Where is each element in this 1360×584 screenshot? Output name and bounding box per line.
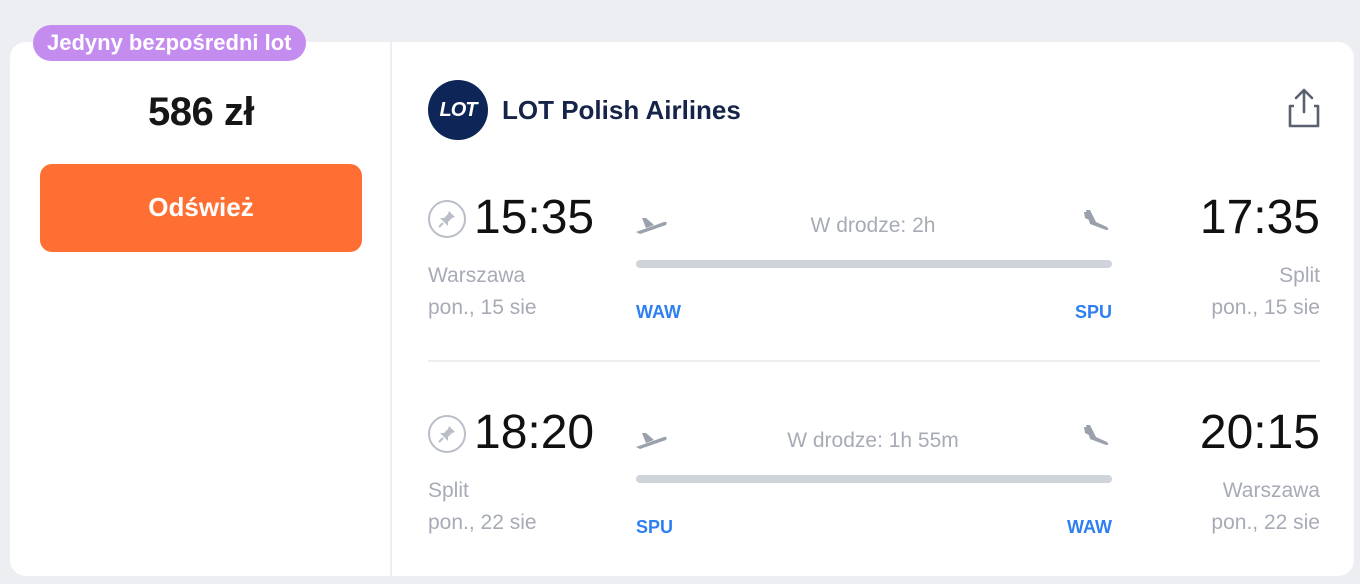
arrival-time: 20:15 xyxy=(1199,406,1320,459)
price: 586 zł xyxy=(148,90,254,134)
flight-details[interactable]: LOT LOT Polish Airlines 15:35 Warszawa p… xyxy=(392,42,1354,576)
refresh-button[interactable]: Odśwież xyxy=(40,164,362,252)
arrival-city: Warszawa xyxy=(1222,479,1320,502)
arrival-date: pon., 15 sie xyxy=(1211,296,1320,319)
flight-duration: W drodze: 1h 55m xyxy=(787,429,959,452)
departure-time: 15:35 xyxy=(474,191,595,244)
arrival-time: 17:35 xyxy=(1199,191,1320,244)
arrival-airport-code: WAW xyxy=(1067,517,1112,537)
flight-leg-return: 18:20 Split pon., 22 sie W drodze: 1h 55… xyxy=(428,397,1320,547)
flight-duration: W drodze: 2h xyxy=(810,214,936,237)
departure-date: pon., 15 sie xyxy=(428,296,537,319)
direct-flight-badge: Jedyny bezpośredni lot xyxy=(33,25,306,61)
departure-city: Warszawa xyxy=(428,264,526,287)
flight-progress-bar xyxy=(636,475,1112,483)
flight-progress-bar xyxy=(636,260,1112,268)
arrival-date: pon., 22 sie xyxy=(1211,511,1320,534)
pin-icon[interactable] xyxy=(428,200,466,238)
airline-logo: LOT xyxy=(428,80,488,140)
departure-time: 18:20 xyxy=(474,406,595,459)
departure-airport-code: WAW xyxy=(636,302,681,322)
pin-icon[interactable] xyxy=(428,415,466,453)
flight-offer-card: Jedyny bezpośredni lot 586 zł Odśwież LO… xyxy=(10,25,1354,576)
plane-landing-icon xyxy=(1084,210,1109,230)
arrival-airport-code: SPU xyxy=(1074,302,1112,322)
flight-leg-outbound: 15:35 Warszawa pon., 15 sie W drodze: 2h… xyxy=(428,182,1320,332)
arrival-city: Split xyxy=(1279,264,1320,287)
airline-name: LOT Polish Airlines xyxy=(502,95,741,125)
plane-landing-icon xyxy=(1084,425,1109,445)
share-icon[interactable] xyxy=(1286,86,1322,130)
price-panel: Jedyny bezpośredni lot 586 zł Odśwież xyxy=(10,25,392,576)
leg-divider xyxy=(428,360,1320,362)
departure-date: pon., 22 sie xyxy=(428,511,537,534)
departure-city: Split xyxy=(428,479,469,502)
departure-airport-code: SPU xyxy=(636,517,674,537)
